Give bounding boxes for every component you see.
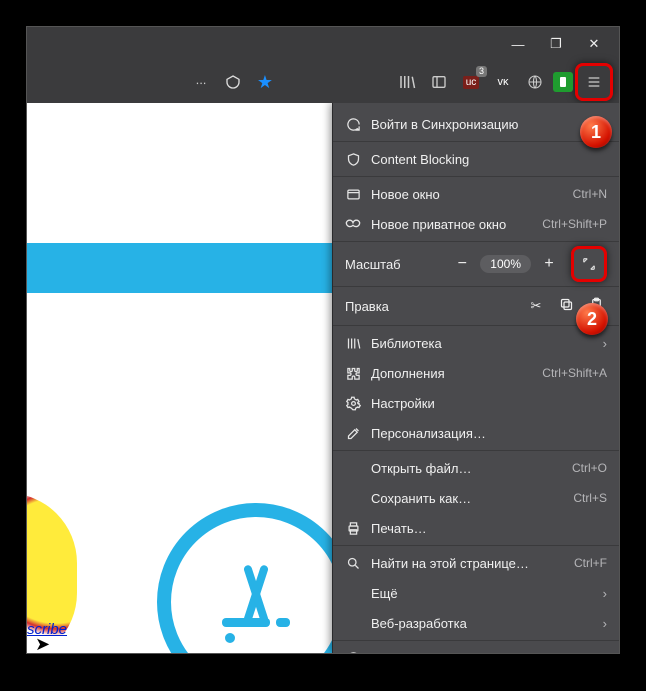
menu-item-find[interactable]: Найти на этой странице… Ctrl+F: [333, 548, 619, 578]
close-button[interactable]: ✕: [577, 30, 611, 58]
browser-toolbar: ∙∙∙ ★ uc 3 ᴠᴋ: [27, 61, 619, 103]
annotation-step-2: 2: [576, 303, 608, 335]
fullscreen-button[interactable]: [571, 246, 607, 282]
chevron-right-icon: ›: [603, 586, 607, 601]
zoom-out-button[interactable]: −: [452, 255, 472, 273]
edit-label: Правка: [345, 299, 517, 314]
appstore-logo: [157, 503, 355, 653]
minimize-button[interactable]: —: [501, 30, 535, 58]
question-icon: [345, 651, 361, 654]
extension-green-icon[interactable]: [553, 72, 573, 92]
menu-item-addons[interactable]: Дополнения Ctrl+Shift+A: [333, 358, 619, 388]
paintbrush-icon: [345, 426, 361, 441]
menu-item-library[interactable]: Библиотека ›: [333, 328, 619, 358]
globe-icon[interactable]: [521, 68, 549, 96]
zoom-label: Масштаб: [345, 257, 401, 272]
menu-item-settings[interactable]: Настройки: [333, 388, 619, 418]
maximize-button[interactable]: ❐: [539, 30, 573, 58]
page-actions-icon[interactable]: ∙∙∙: [187, 68, 215, 96]
menu-item-print[interactable]: Печать…: [333, 513, 619, 543]
main-menu-panel: Войти в Синхронизацию Content Blocking Н…: [332, 103, 619, 653]
menu-item-more[interactable]: Ещё ›: [333, 578, 619, 608]
chevron-right-icon: ›: [603, 651, 607, 654]
bookmark-star-icon[interactable]: ★: [251, 68, 279, 96]
copy-icon[interactable]: [555, 297, 577, 315]
shield-icon: [345, 152, 361, 167]
library-icon: [345, 336, 361, 351]
menu-item-content-blocking[interactable]: Content Blocking: [333, 144, 619, 174]
menu-item-save-as[interactable]: Сохранить как… Ctrl+S: [333, 483, 619, 513]
menu-item-open-file[interactable]: Открыть файл… Ctrl+O: [333, 453, 619, 483]
menu-item-webdev[interactable]: Веб-разработка ›: [333, 608, 619, 638]
zoom-value[interactable]: 100%: [480, 255, 531, 273]
cut-icon[interactable]: ✂: [525, 298, 547, 314]
menu-item-private-window[interactable]: Новое приватное окно Ctrl+Shift+P: [333, 209, 619, 239]
sync-icon: [345, 117, 361, 132]
annotation-step-1: 1: [580, 116, 612, 148]
mouse-cursor-icon: ➤: [35, 634, 50, 653]
mask-icon: [345, 218, 361, 230]
titlebar: — ❐ ✕: [27, 27, 619, 61]
browser-window: — ❐ ✕ ∙∙∙ ★ uc 3 ᴠᴋ: [26, 26, 620, 654]
library-icon[interactable]: [393, 68, 421, 96]
gear-icon: [345, 396, 361, 411]
sidebar-icon[interactable]: [425, 68, 453, 96]
menu-item-new-window[interactable]: Новое окно Ctrl+N: [333, 179, 619, 209]
puzzle-icon: [345, 366, 361, 381]
menu-zoom-row: Масштаб − 100% +: [333, 244, 619, 284]
menu-item-customize[interactable]: Персонализация…: [333, 418, 619, 448]
print-icon: [345, 521, 361, 536]
main-menu-button[interactable]: [575, 63, 613, 101]
pocket-icon[interactable]: [219, 68, 247, 96]
chevron-right-icon: ›: [603, 336, 607, 351]
menu-item-help[interactable]: Справка ›: [333, 643, 619, 653]
vk-icon[interactable]: ᴠᴋ: [489, 68, 517, 96]
menu-item-sync[interactable]: Войти в Синхронизацию: [333, 109, 619, 139]
zoom-in-button[interactable]: +: [539, 255, 559, 273]
chevron-right-icon: ›: [603, 616, 607, 631]
window-icon: [345, 187, 361, 202]
ublock-icon[interactable]: uc 3: [457, 68, 485, 96]
search-icon: [345, 556, 361, 571]
